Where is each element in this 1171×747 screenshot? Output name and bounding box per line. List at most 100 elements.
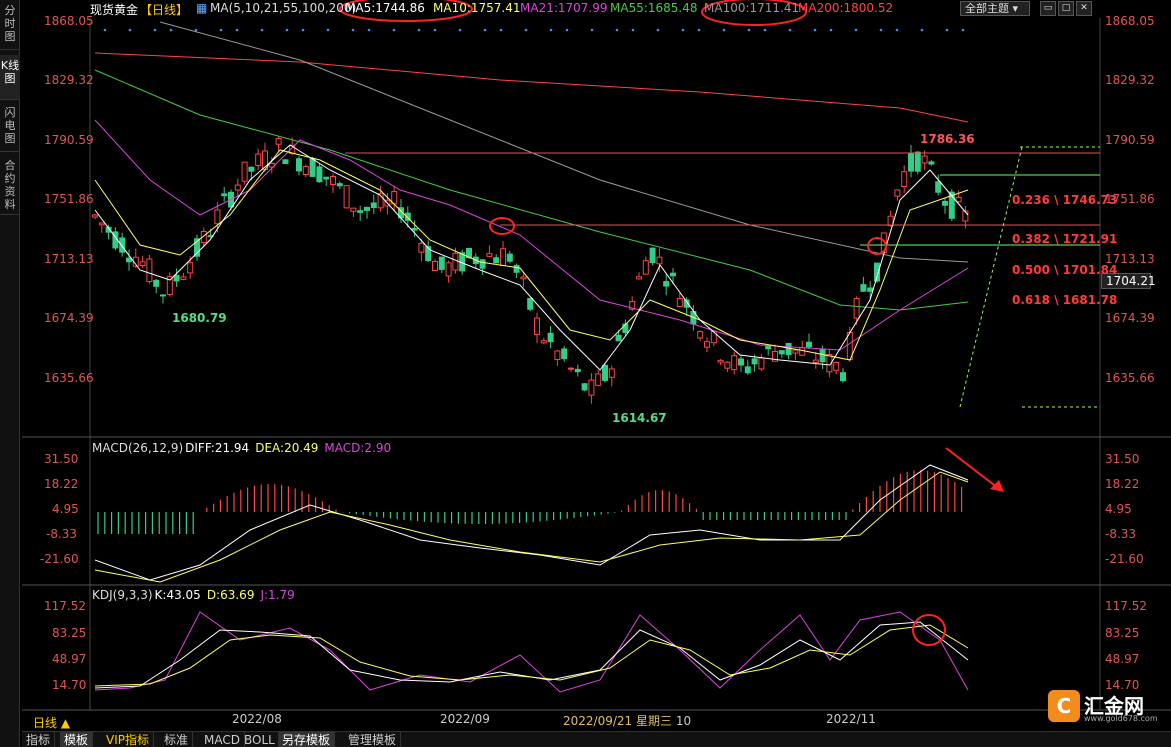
candle-body [214, 209, 221, 225]
candle-body [588, 379, 595, 396]
close-icon[interactable]: ✕ [1076, 1, 1092, 16]
candle-body [704, 341, 710, 348]
left-axis-label: 1713.13 [44, 252, 94, 266]
candle-body [935, 181, 942, 193]
candle-body [119, 237, 126, 253]
bottom-tab-bar: 指标 模板 VIP指标 标准 MACD BOLL 另存模板 管理模板 [22, 731, 1171, 747]
signal-dot [961, 28, 965, 32]
signal-dot [631, 28, 635, 32]
candle-body [731, 355, 738, 371]
candle-body [928, 161, 935, 165]
candle-body [98, 222, 105, 226]
fib-level-label: 0.382 \ 1721.91 [1012, 232, 1118, 246]
signal-dot [681, 28, 685, 32]
tab-template[interactable]: 模板 [60, 732, 94, 747]
candle-body [636, 276, 642, 280]
candle-body [316, 166, 323, 183]
kdj-d: D:63.69 [206, 588, 255, 602]
ma200-value: MA200:1800.52 [798, 1, 894, 15]
candle-body [139, 261, 146, 266]
candle-body [527, 297, 534, 310]
low-annotation: 1680.79 [172, 311, 227, 325]
signal-dot [301, 28, 305, 32]
candle-body [296, 158, 302, 172]
candle-body [187, 262, 194, 274]
candle-body [370, 202, 377, 208]
candle-body [853, 298, 860, 319]
period-selector[interactable]: 日线 ▲ [33, 714, 70, 731]
candle-body [336, 183, 343, 187]
right-axis-label: 1790.59 [1105, 133, 1155, 147]
signal-dot [722, 28, 726, 32]
left-axis-label: 1790.59 [44, 133, 94, 147]
date-axis-label: 2022/09 [440, 712, 490, 726]
tab-boll[interactable]: BOLL [240, 732, 280, 747]
candle-body [942, 200, 948, 206]
signal-dot [169, 28, 173, 32]
signal-dot [945, 28, 949, 32]
macd-diff-line [94, 464, 969, 581]
candle-body [554, 350, 561, 361]
kdj-k: K:43.05 [154, 588, 201, 602]
signal-dot [103, 28, 107, 32]
signal-dot [194, 28, 198, 32]
candle-body [649, 247, 656, 264]
signal-dot [392, 28, 396, 32]
highlight-circle [489, 217, 515, 235]
kdj-d-line [94, 624, 969, 687]
instrument-name: 现货黄金 [90, 3, 139, 17]
ma-icon: ▦ [196, 1, 208, 15]
candle-body [615, 334, 622, 342]
candle-body [418, 242, 425, 253]
candle-body [506, 253, 513, 262]
candle-body [642, 260, 649, 275]
signal-dot [499, 28, 503, 32]
kdj-j-line [94, 611, 969, 693]
candle-body [500, 248, 506, 266]
minimize-icon[interactable]: ▭ [1040, 1, 1056, 16]
kdj-axis-label: 48.97 [1105, 652, 1140, 666]
tab-save-template[interactable]: 另存模板 [278, 732, 336, 747]
tab-manage-template[interactable]: 管理模板 [344, 732, 402, 747]
signal-dot [920, 28, 924, 32]
candle-body [840, 372, 846, 382]
candle-body [717, 359, 724, 363]
candle-body [833, 361, 840, 371]
tab-standard[interactable]: 标准 [160, 732, 194, 747]
high-annotation: 1786.36 [920, 132, 975, 146]
candle-body [860, 284, 867, 292]
candle-body [234, 184, 241, 191]
left-axis-label: 1829.32 [44, 73, 94, 87]
macd-axis-label: 31.50 [1105, 452, 1140, 466]
signal-dot [895, 28, 899, 32]
signal-dot [788, 28, 792, 32]
candle-body [806, 341, 812, 348]
candle-body [581, 383, 588, 391]
kdj-left-axis-label: 117.52 [44, 599, 86, 613]
ma-header: 现货黄金 【日线】 ▦ MA(5,10,21,55,100,200) MA5:1… [90, 1, 1100, 17]
candle-body [785, 342, 792, 356]
candle-body [574, 368, 581, 373]
theme-select-label: 全部主题 [965, 2, 1009, 15]
candle-body [452, 252, 459, 271]
candle-body [867, 287, 874, 292]
chart-canvas[interactable] [0, 0, 1171, 747]
macd-left-axis-label: -21.60 [40, 552, 79, 566]
tab-macd[interactable]: MACD [200, 732, 245, 747]
candle-body [894, 189, 901, 197]
restore-icon[interactable]: □ [1058, 1, 1074, 16]
candle-body [364, 206, 370, 211]
kdj-left-axis-label: 83.25 [52, 626, 87, 640]
candle-body [561, 348, 568, 360]
candle-body [744, 366, 751, 374]
cursor-date-text: 2022/09/21 星期三 [563, 714, 672, 728]
tab-vip-indicator[interactable]: VIP指标 [102, 732, 154, 747]
signal-dot [565, 28, 569, 32]
candle-body [765, 345, 772, 350]
macd-left-axis-label: 18.22 [44, 477, 79, 491]
period-tag: 【日线】 [140, 3, 189, 17]
logo-icon: C [1048, 690, 1080, 722]
tab-indicator[interactable]: 指标 [22, 732, 56, 747]
theme-select[interactable]: 全部主题 ▾ [960, 1, 1030, 16]
macd-dea: DEA:20.49 [255, 441, 319, 455]
